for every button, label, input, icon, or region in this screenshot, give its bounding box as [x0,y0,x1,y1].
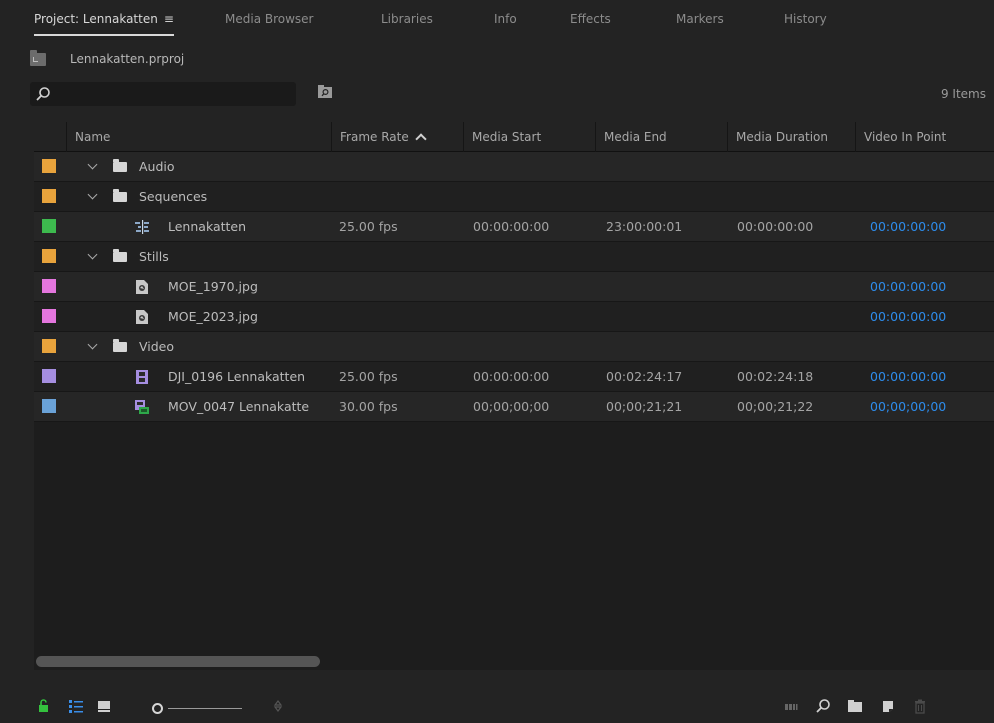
label-color-chip[interactable] [42,159,56,173]
item-name[interactable]: Audio [139,152,329,182]
bin-folder-icon [113,249,127,262]
label-color-chip[interactable] [42,309,56,323]
horizontal-scrollbar[interactable] [36,656,320,667]
column-header-frame-rate[interactable]: Frame Rate [331,122,463,152]
bin-folder-icon [113,339,127,352]
cell-media-end: 00;00;21;21 [606,399,683,414]
column-header-frame-rate-label: Frame Rate [340,130,409,144]
cell-video-in-point[interactable]: 00:00:00:00 [870,362,946,392]
cell-media-start: 00;00;00;00 [473,399,550,414]
chevron-down-icon[interactable] [87,189,98,200]
table-row[interactable]: MOV_0047 Lennakatte 30.00 fps 00;00;00;00 0… [34,392,994,422]
project-filename: Lennakatten.prproj [70,52,185,66]
project-folder-icon[interactable] [30,50,46,66]
label-color-chip[interactable] [42,189,56,203]
cell-video-in-point[interactable]: 00:00:00:00 [870,302,946,332]
table-row[interactable]: MOE_2023.jpg 00:00:00:00 [34,302,994,332]
sort-icons-icon[interactable] [270,698,286,714]
cell-media-duration: 00;00;21;22 [737,399,814,414]
table-row[interactable]: Lennakatten 25.00 fps 00:00:00:00 23:00:00:… [34,212,994,242]
item-name[interactable]: Lennakatten [168,212,328,242]
column-header-label[interactable] [34,122,66,152]
bin-row[interactable]: Video [34,332,994,362]
panel-tab-bar: Project: Lennakatten ≡ Media Browser Libr… [0,0,994,40]
sequence-icon [135,220,149,234]
chevron-down-icon[interactable] [87,249,98,260]
cell-frame-rate: 25.00 fps [339,369,398,384]
tab-libraries[interactable]: Libraries [381,10,433,30]
still-image-icon [136,310,148,324]
table-row[interactable]: MOE_1970.jpg 00:00:00:00 [34,272,994,302]
trash-icon[interactable] [912,698,928,714]
table-row[interactable]: DJI_0196 Lennakatten 25.00 fps 00:00:00:00… [34,362,994,392]
bin-folder-icon [113,189,127,202]
cell-media-start: 00:00:00:00 [473,219,550,234]
project-items-table: Name Frame Rate Media Start Media End Me… [34,122,994,670]
item-name[interactable]: MOE_2023.jpg [168,302,328,332]
item-name[interactable]: Video [139,332,329,362]
zoom-slider-handle[interactable] [152,703,163,714]
new-item-icon[interactable] [880,698,896,714]
cell-media-duration: 00:00:00:00 [737,219,814,234]
zoom-slider-track[interactable] [168,708,242,709]
still-image-icon [136,280,148,294]
bin-folder-icon [113,159,127,172]
tab-project[interactable]: Project: Lennakatten ≡ [34,10,174,36]
column-header-media-end[interactable]: Media End [595,122,727,152]
label-color-chip[interactable] [42,279,56,293]
automate-to-sequence-icon[interactable] [784,698,800,714]
tab-history[interactable]: History [784,10,827,30]
item-name[interactable]: Sequences [139,182,329,212]
cell-media-duration: 00:02:24:18 [737,369,814,384]
cell-frame-rate: 25.00 fps [339,219,398,234]
tab-media-browser[interactable]: Media Browser [225,10,313,30]
item-name[interactable]: MOV_0047 Lennakatte [168,392,328,422]
label-color-chip[interactable] [42,219,56,233]
tab-info[interactable]: Info [494,10,517,30]
icon-view-icon[interactable] [96,698,112,714]
chevron-down-icon[interactable] [87,159,98,170]
column-header-name[interactable]: Name [66,122,331,152]
cell-media-start: 00:00:00:00 [473,369,550,384]
search-input[interactable] [30,82,296,106]
label-color-chip[interactable] [42,369,56,383]
search-icon [36,87,50,101]
tab-markers[interactable]: Markers [676,10,724,30]
cell-media-end: 00:02:24:17 [606,369,683,384]
panel-menu-icon[interactable]: ≡ [164,12,174,26]
chevron-down-icon[interactable] [87,339,98,350]
bin-row[interactable]: Sequences [34,182,994,212]
lock-open-icon[interactable] [36,698,52,714]
label-color-chip[interactable] [42,249,56,263]
bin-row[interactable]: Audio [34,152,994,182]
table-header: Name Frame Rate Media Start Media End Me… [34,122,994,152]
label-color-chip[interactable] [42,399,56,413]
items-count: 9 Items [940,87,986,101]
sort-ascending-icon [415,133,427,145]
label-color-chip[interactable] [42,339,56,353]
cell-video-in-point[interactable]: 00:00:00:00 [870,212,946,242]
cell-frame-rate: 30.00 fps [339,399,398,414]
new-search-bin-icon[interactable] [318,85,332,99]
video-audio-clip-icon [135,400,149,414]
item-name[interactable]: DJI_0196 Lennakatten [168,362,328,392]
cell-media-end: 23:00:00:01 [606,219,683,234]
column-header-video-in-point[interactable]: Video In Point [855,122,994,152]
project-path: Lennakatten.prproj [30,50,430,70]
bottom-toolbar [0,690,994,723]
new-bin-icon[interactable] [847,698,863,714]
item-name[interactable]: Stills [139,242,329,272]
item-name[interactable]: MOE_1970.jpg [168,272,328,302]
find-icon[interactable] [815,698,831,714]
tab-project-label: Project: Lennakatten [34,12,158,26]
cell-video-in-point[interactable]: 00:00:00:00 [870,272,946,302]
cell-video-in-point[interactable]: 00;00;00;00 [870,392,946,422]
bin-row[interactable]: Stills [34,242,994,272]
video-clip-icon [136,370,148,384]
list-view-icon[interactable] [68,698,84,714]
column-header-media-start[interactable]: Media Start [463,122,595,152]
column-header-media-duration[interactable]: Media Duration [727,122,855,152]
tab-effects[interactable]: Effects [570,10,611,30]
